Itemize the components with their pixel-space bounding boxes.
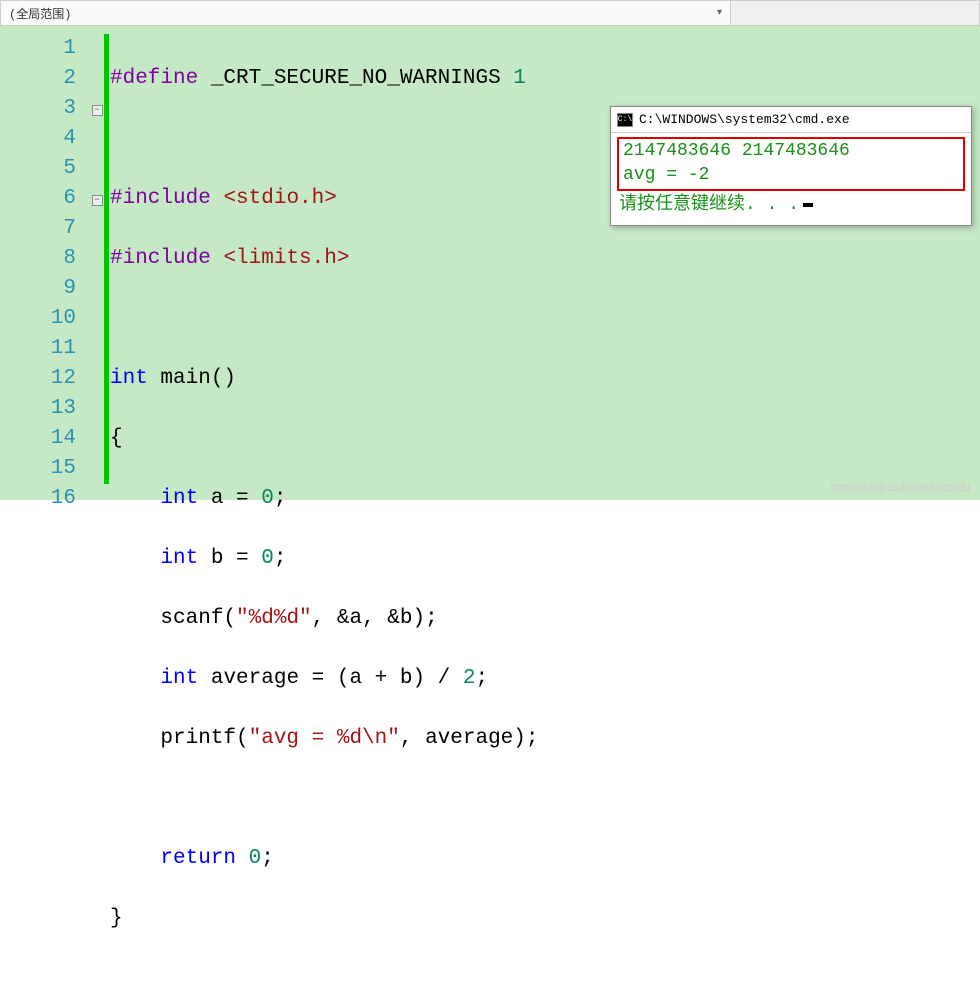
cursor-icon bbox=[803, 203, 813, 207]
cmd-icon: C:\ bbox=[617, 113, 633, 127]
cmd-titlebar[interactable]: C:\ C:\WINDOWS\system32\cmd.exe bbox=[611, 107, 971, 133]
line-number: 2 bbox=[0, 64, 90, 94]
kw-int: int bbox=[160, 547, 198, 570]
line-number: 14 bbox=[0, 424, 90, 454]
code-editor[interactable]: #define _CRT_SECURE_NO_WARNINGS 1 #inclu… bbox=[110, 26, 980, 500]
line-number: 11 bbox=[0, 334, 90, 364]
line-number: 16 bbox=[0, 484, 90, 514]
line-number: 10 bbox=[0, 304, 90, 334]
scope-dropdown[interactable]: (全局范围) ▾ bbox=[1, 1, 731, 25]
kw-include: #include bbox=[110, 187, 211, 210]
cmd-output: 2147483646 2147483646 avg = -2 请按任意键继续. … bbox=[611, 133, 971, 225]
line-number-gutter: 1 2 3 4 5 6 7 8 9 10 11 12 13 14 15 16 bbox=[0, 26, 90, 500]
line-number: 4 bbox=[0, 124, 90, 154]
chevron-down-icon: ▾ bbox=[717, 7, 722, 19]
toolbar: (全局范围) ▾ bbox=[0, 0, 980, 26]
line-number: 8 bbox=[0, 244, 90, 274]
line-number: 9 bbox=[0, 274, 90, 304]
line-number: 5 bbox=[0, 154, 90, 184]
line-number: 3 bbox=[0, 94, 90, 124]
kw-return: return bbox=[160, 847, 236, 870]
kw-include: #include bbox=[110, 247, 211, 270]
line-number: 1 bbox=[0, 34, 90, 64]
kw-int: int bbox=[110, 367, 148, 390]
fold-column: − − bbox=[90, 26, 104, 500]
cmd-line: 请按任意键继续. . . bbox=[619, 195, 799, 215]
editor-area: 1 2 3 4 5 6 7 8 9 10 11 12 13 14 15 16 −… bbox=[0, 26, 980, 500]
scope-label: (全局范围) bbox=[9, 5, 71, 22]
cmd-highlight-box: 2147483646 2147483646 avg = -2 bbox=[617, 137, 965, 191]
line-number: 15 bbox=[0, 454, 90, 484]
fold-toggle-icon[interactable]: − bbox=[92, 105, 103, 116]
line-number: 12 bbox=[0, 364, 90, 394]
cmd-window[interactable]: C:\ C:\WINDOWS\system32\cmd.exe 21474836… bbox=[610, 106, 972, 226]
line-number: 7 bbox=[0, 214, 90, 244]
watermark: https://blog.csdn.net/bitzhidu bbox=[831, 482, 970, 494]
fold-toggle-icon[interactable]: − bbox=[92, 195, 103, 206]
line-number: 13 bbox=[0, 394, 90, 424]
kw-define: #define bbox=[110, 67, 198, 90]
cmd-title: C:\WINDOWS\system32\cmd.exe bbox=[639, 112, 850, 127]
cmd-line: 2147483646 2147483646 bbox=[623, 139, 959, 163]
kw-int: int bbox=[160, 667, 198, 690]
line-number: 6 bbox=[0, 184, 90, 214]
kw-int: int bbox=[160, 487, 198, 510]
cmd-line: avg = -2 bbox=[623, 163, 959, 187]
